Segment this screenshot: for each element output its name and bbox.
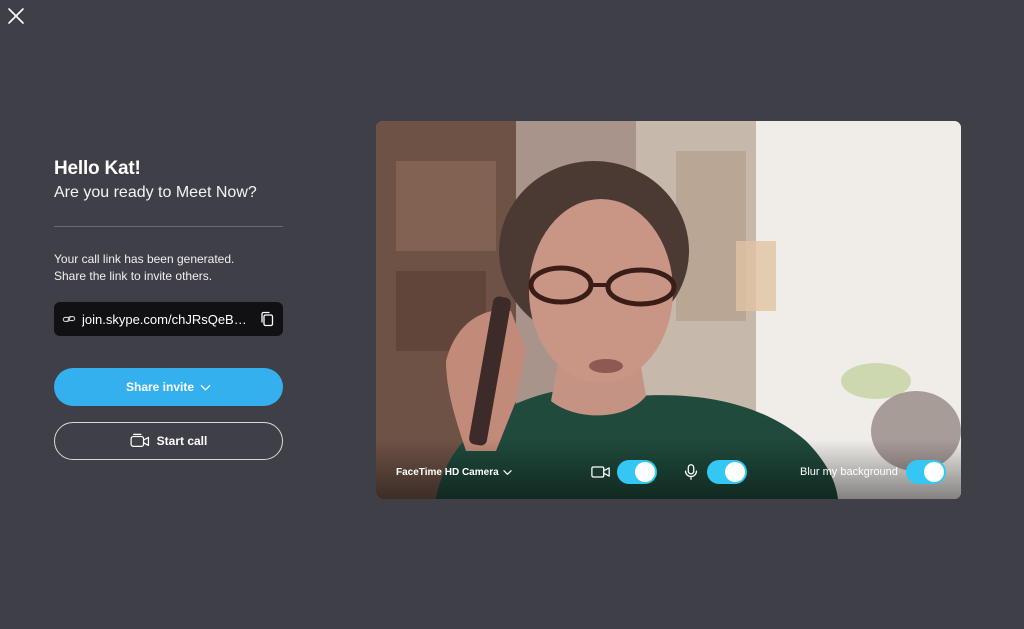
camera-select-label: FaceTime HD Camera [396,467,499,478]
share-invite-label: Share invite [125,380,195,394]
camera-preview: FaceTime HD Camera Blur my background [376,121,961,499]
link-info-text: Your call link has been generated. Share… [54,251,283,285]
camera-toggle[interactable] [617,460,657,484]
microphone-icon [684,464,698,480]
info-line-1: Your call link has been generated. [54,252,235,266]
blur-background-label: Blur my background [800,466,898,478]
copy-icon[interactable] [259,311,275,327]
call-link-box[interactable]: join.skype.com/chJRsQeBgq... [54,302,283,336]
video-call-icon [130,433,149,447]
blur-background-toggle[interactable] [905,460,946,484]
chevron-down-icon [502,470,512,475]
meet-now-panel: Hello Kat! Are you ready to Meet Now? Yo… [54,158,283,460]
call-link-url[interactable]: join.skype.com/chJRsQeBgq... [82,312,253,327]
greeting-title: Hello Kat! [54,158,141,179]
preview-controls: FaceTime HD Camera Blur my background [376,447,961,499]
camera-control [591,460,657,484]
video-camera-icon [591,466,610,478]
meet-now-screen: Hello Kat! Are you ready to Meet Now? Yo… [0,0,1024,629]
greeting-subtitle: Are you ready to Meet Now? [54,184,257,201]
close-icon [8,8,24,24]
blur-control: Blur my background [800,460,946,484]
microphone-toggle[interactable] [707,460,747,484]
link-icon [62,316,76,322]
start-call-label: Start call [156,434,208,448]
info-line-2: Share the link to invite others. [54,269,213,283]
microphone-control [681,460,747,484]
close-button[interactable] [7,7,25,25]
share-invite-button[interactable]: Share invite [54,368,283,406]
start-call-button[interactable]: Start call [54,422,283,460]
camera-select[interactable]: FaceTime HD Camera [396,467,512,478]
divider [54,226,283,227]
chevron-down-icon [200,384,211,390]
